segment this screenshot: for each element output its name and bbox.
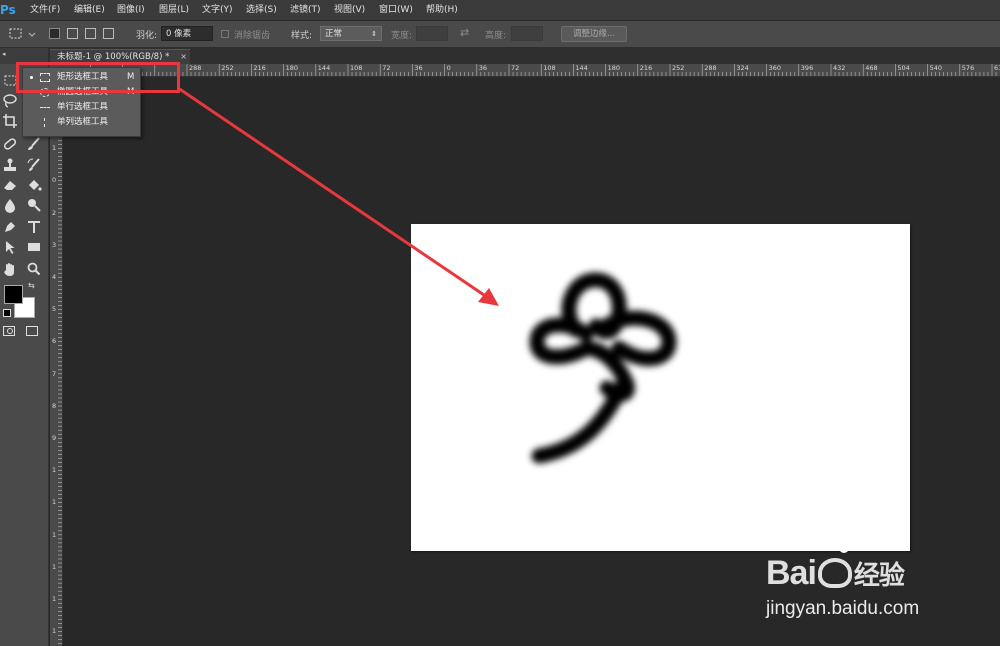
flyout-label: 单列选框工具 [57,117,109,127]
highlight-box [16,62,180,93]
flyout-item-single-row-marquee[interactable]: 单行选框工具 [23,100,140,115]
watermark-brand: Bai 经验 [766,554,905,592]
single-row-icon [40,107,50,109]
paw-icon [817,558,852,588]
baidu-watermark: Bai 经验 jingyan.baidu.com [762,538,992,628]
flyout-label: 单行选框工具 [57,102,109,112]
watermark-url: jingyan.baidu.com [766,598,920,619]
flyout-item-single-column-marquee[interactable]: 单列选框工具 [23,115,140,130]
single-column-icon [44,118,46,127]
